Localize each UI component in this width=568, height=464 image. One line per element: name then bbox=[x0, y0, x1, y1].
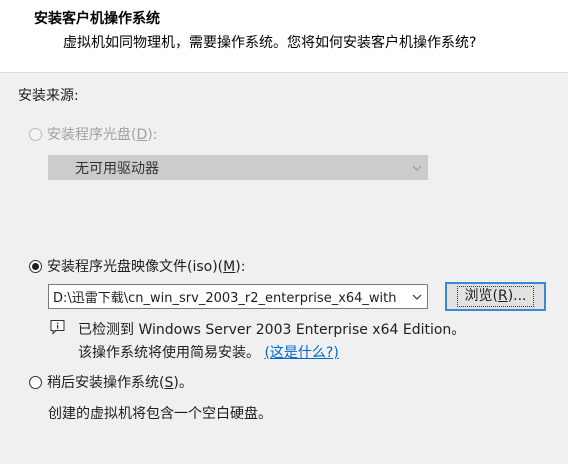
browse-button-label: 浏览(R)... bbox=[457, 286, 534, 307]
help-link[interactable]: (这是什么?) bbox=[264, 345, 338, 361]
info-icon bbox=[50, 319, 66, 339]
radio-installer-iso[interactable]: 安装程序光盘映像文件(iso)(M): bbox=[29, 256, 245, 276]
detected-os-text: 已检测到 Windows Server 2003 Enterprise x64 … bbox=[78, 322, 466, 338]
disc-drive-value: 无可用驱动器 bbox=[75, 160, 159, 177]
radio-button[interactable] bbox=[29, 375, 42, 389]
radio-button bbox=[29, 127, 42, 141]
chevron-down-icon bbox=[407, 156, 427, 179]
blank-disk-note: 创建的虚拟机将包含一个空白硬盘。 bbox=[48, 406, 272, 422]
browse-button[interactable]: 浏览(R)... bbox=[445, 282, 546, 311]
installer-iso-label: 安装程序光盘映像文件(iso)(M): bbox=[47, 259, 246, 275]
page-subtitle: 虚拟机如同物理机，需要操作系统。您将如何安装客户机操作系统? bbox=[63, 35, 477, 51]
radio-button[interactable] bbox=[29, 259, 42, 273]
installer-disc-label: 安装程序光盘(D): bbox=[47, 127, 158, 143]
page-title: 安装客户机操作系统 bbox=[34, 11, 160, 27]
radio-installer-disc: 安装程序光盘(D): bbox=[29, 124, 157, 144]
chevron-down-icon[interactable] bbox=[407, 285, 427, 308]
easy-install-text: 该操作系统将使用简易安装。 bbox=[78, 345, 260, 361]
radio-install-later[interactable]: 稍后安装操作系统(S)。 bbox=[29, 372, 193, 392]
disc-drive-dropdown: 无可用驱动器 bbox=[48, 155, 428, 180]
iso-path-value[interactable]: D:\迅雷下载\cn_win_srv_2003_r2_enterprise_x6… bbox=[53, 287, 407, 306]
install-later-label: 稍后安装操作系统(S)。 bbox=[47, 375, 193, 391]
easy-install-line: 该操作系统将使用简易安装。 (这是什么?) bbox=[78, 342, 339, 362]
install-source-label: 安装来源: bbox=[18, 88, 79, 104]
wizard-header: 安装客户机操作系统 虚拟机如同物理机，需要操作系统。您将如何安装客户机操作系统? bbox=[0, 0, 568, 73]
iso-path-combobox[interactable]: D:\迅雷下载\cn_win_srv_2003_r2_enterprise_x6… bbox=[48, 284, 428, 309]
